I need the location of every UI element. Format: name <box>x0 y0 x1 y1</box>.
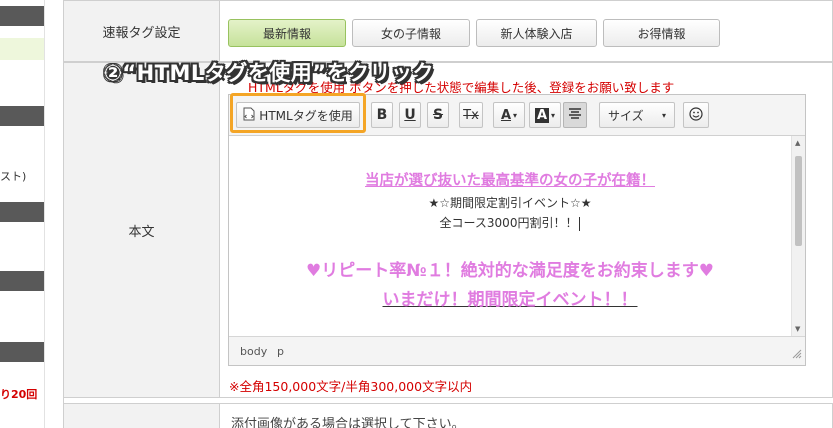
text-color-button[interactable]: A ▾ <box>493 102 525 128</box>
content-line-4: ♥リピート率№１！絶対的な満足度をお約束します♥ <box>306 261 714 281</box>
sidebar-block <box>0 202 44 222</box>
scroll-down-icon[interactable]: ▼ <box>795 325 800 333</box>
body-label-text: 本文 <box>128 224 155 240</box>
sidebar-block <box>0 106 44 126</box>
font-size-select-label: サイズ <box>608 108 644 123</box>
attachment-label <box>63 403 220 428</box>
resize-handle-icon[interactable] <box>792 349 802 362</box>
underline-button-label: U <box>404 107 416 123</box>
tag-setting-label: 速報タグ設定 <box>63 0 220 62</box>
content-line-2: ★☆期間限定割引イベント☆★ <box>428 196 592 210</box>
sidebar-block <box>0 342 44 362</box>
sidebar-block <box>0 6 44 26</box>
align-center-icon <box>569 107 581 123</box>
text-cursor <box>579 216 581 231</box>
editor-statusbar: body p <box>229 336 805 365</box>
tag-button-trial[interactable]: 新人体験入店 <box>476 19 597 47</box>
scrollbar-thumb[interactable] <box>795 156 802 246</box>
tag-button-girls[interactable]: 女の子情報 <box>352 19 470 47</box>
sidebar-divider <box>44 0 45 428</box>
attachment-note: 添付画像がある場合は選択して下さい。 <box>231 417 465 428</box>
caret-down-icon: ▾ <box>513 110 518 120</box>
character-limit-note: ※全角150,000文字/半角300,000文字以内 <box>229 379 473 394</box>
content-line-1: 当店が選び抜いた最高基準の女の子が在籍！ <box>365 173 655 189</box>
clear-format-button[interactable]: Tx <box>459 102 483 128</box>
html-button-highlight <box>230 93 366 133</box>
scroll-up-icon[interactable]: ▲ <box>795 139 800 147</box>
caret-down-icon: ▾ <box>661 110 666 120</box>
tag-button-latest[interactable]: 最新情報 <box>228 19 346 47</box>
body-label: 本文 <box>63 62 220 398</box>
text-color-icon: A <box>500 107 512 123</box>
editor-scrollbar[interactable]: ▲ ▼ <box>791 136 805 336</box>
underline-button[interactable]: U <box>399 102 421 128</box>
bold-button[interactable]: B <box>371 102 393 128</box>
clear-format-icon: Tx <box>463 107 479 123</box>
strikethrough-button[interactable]: S <box>427 102 449 128</box>
background-color-button[interactable]: A ▾ <box>529 102 561 128</box>
editor-content[interactable]: 当店が選び抜いた最高基準の女の子が在籍！ ★☆期間限定割引イベント☆★ 全コース… <box>229 136 791 336</box>
content-line-5: いまだけ！期間限定イベント！！ <box>382 290 638 310</box>
sidebar-text: スト) <box>0 170 27 183</box>
rich-text-editor: HTMLタグを使用 B U S Tx A ▾ A ▾ サイズ ▾ 当店が選び抜い… <box>228 94 806 366</box>
sidebar-red-text: り20回 <box>0 388 38 401</box>
content-line-3-text: 全コース3000円割引！！ <box>439 216 578 230</box>
bold-button-label: B <box>376 107 388 123</box>
align-center-button[interactable] <box>563 102 587 128</box>
font-size-select[interactable]: サイズ ▾ <box>599 102 675 128</box>
tag-button-deals[interactable]: お得情報 <box>603 19 720 47</box>
smiley-icon <box>689 106 703 124</box>
sidebar-active-item[interactable] <box>0 38 44 60</box>
emoji-button[interactable] <box>683 102 709 128</box>
click-annotation: ②“HTMLタグを使用”をクリック <box>104 61 435 85</box>
background-color-icon: A <box>534 107 550 123</box>
sidebar-block <box>0 271 44 291</box>
path-p[interactable]: p <box>277 345 284 358</box>
strikethrough-button-label: S <box>432 107 444 123</box>
caret-down-icon: ▾ <box>551 110 556 120</box>
path-body[interactable]: body <box>240 345 267 358</box>
content-line-3: 全コース3000円割引！！ <box>229 214 791 231</box>
tag-setting-label-text: 速報タグ設定 <box>102 25 181 41</box>
